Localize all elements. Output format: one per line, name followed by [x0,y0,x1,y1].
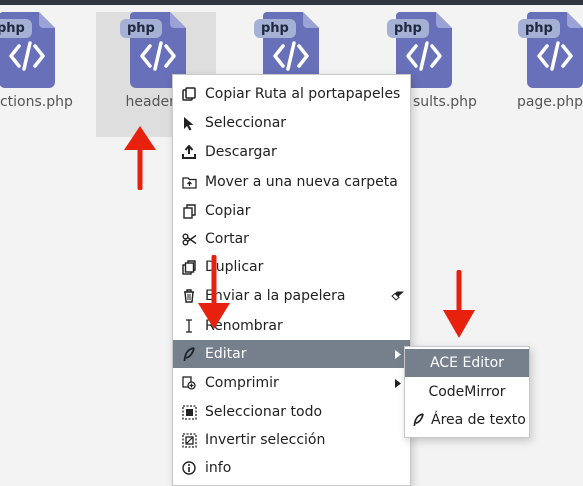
menu-item-copy[interactable]: Copiar [173,197,410,225]
menu-item-label: Invertir selección [205,432,326,448]
menu-item-label: Copiar Ruta al portapapeles [205,86,401,102]
annotation-arrow-down [198,255,230,329]
menu-item-label: info [205,460,232,476]
menu-item-info[interactable]: info [173,454,410,482]
cursor-icon [175,116,203,131]
file-type-badge: php [120,19,162,38]
download-icon [175,145,203,159]
file-type-badge: php [387,19,429,38]
submenu-item-ace-editor[interactable]: ACE Editor [405,349,529,377]
file-type-badge: php [254,19,296,38]
file-name: page.php [516,94,583,110]
info-icon [175,461,203,475]
file-item[interactable]: php page.php [494,12,583,137]
edit-submenu: ACE Editor CodeMirror Área de texto [404,346,530,438]
menu-item-select[interactable]: Seleccionar [173,109,410,137]
link-icon [175,87,203,101]
annotation-arrow-up [124,126,156,190]
menu-item-copy-path[interactable]: Copiar Ruta al portapapeles [173,80,410,108]
file-type-badge: php [0,19,32,38]
menu-item-label: Mover a una nueva carpeta [205,174,398,190]
submenu-item-textarea[interactable]: Área de texto [405,406,529,434]
file-item[interactable]: php nctions.php [0,12,98,137]
menu-item-compress[interactable]: Comprimir [173,369,410,397]
menu-item-move-new-folder[interactable]: Mover a una nueva carpeta [173,168,410,196]
menu-item-cut[interactable]: Cortar [173,225,410,253]
menu-item-edit[interactable]: Editar [173,340,410,368]
submenu-item-label: ACE Editor [430,355,504,371]
feather-icon [175,346,203,362]
menu-item-invert-selection[interactable]: Invertir selección [173,426,410,454]
top-toolbar [0,0,583,5]
menu-item-label: Comprimir [205,375,279,391]
copy-icon [175,203,203,219]
file-name: header. [125,94,179,110]
menu-item-download[interactable]: Descargar [173,138,410,166]
feather-icon [405,413,431,427]
submenu-item-codemirror[interactable]: CodeMirror [405,378,529,406]
annotation-arrow-down [443,270,475,338]
folder-move-icon [175,176,203,189]
menu-item-label: Seleccionar todo [205,404,323,420]
menu-item-label: Seleccionar [205,115,287,131]
menu-item-label: Editar [205,346,247,362]
menu-item-label: Copiar [205,203,251,219]
file-name: sults.php [413,94,477,110]
select-all-icon [175,404,203,420]
file-type-badge: php [518,19,560,38]
invert-selection-icon [175,432,203,448]
menu-item-label: Cortar [205,231,249,247]
menu-item-label: Descargar [205,144,277,160]
submenu-item-label: CodeMirror [428,384,506,400]
file-name: nctions.php [0,94,73,110]
scissors-icon [175,233,203,246]
menu-item-select-all[interactable]: Seleccionar todo [173,398,410,426]
submenu-item-label: Área de texto [431,412,526,428]
compress-icon [175,376,203,390]
eraser-icon [386,291,410,301]
